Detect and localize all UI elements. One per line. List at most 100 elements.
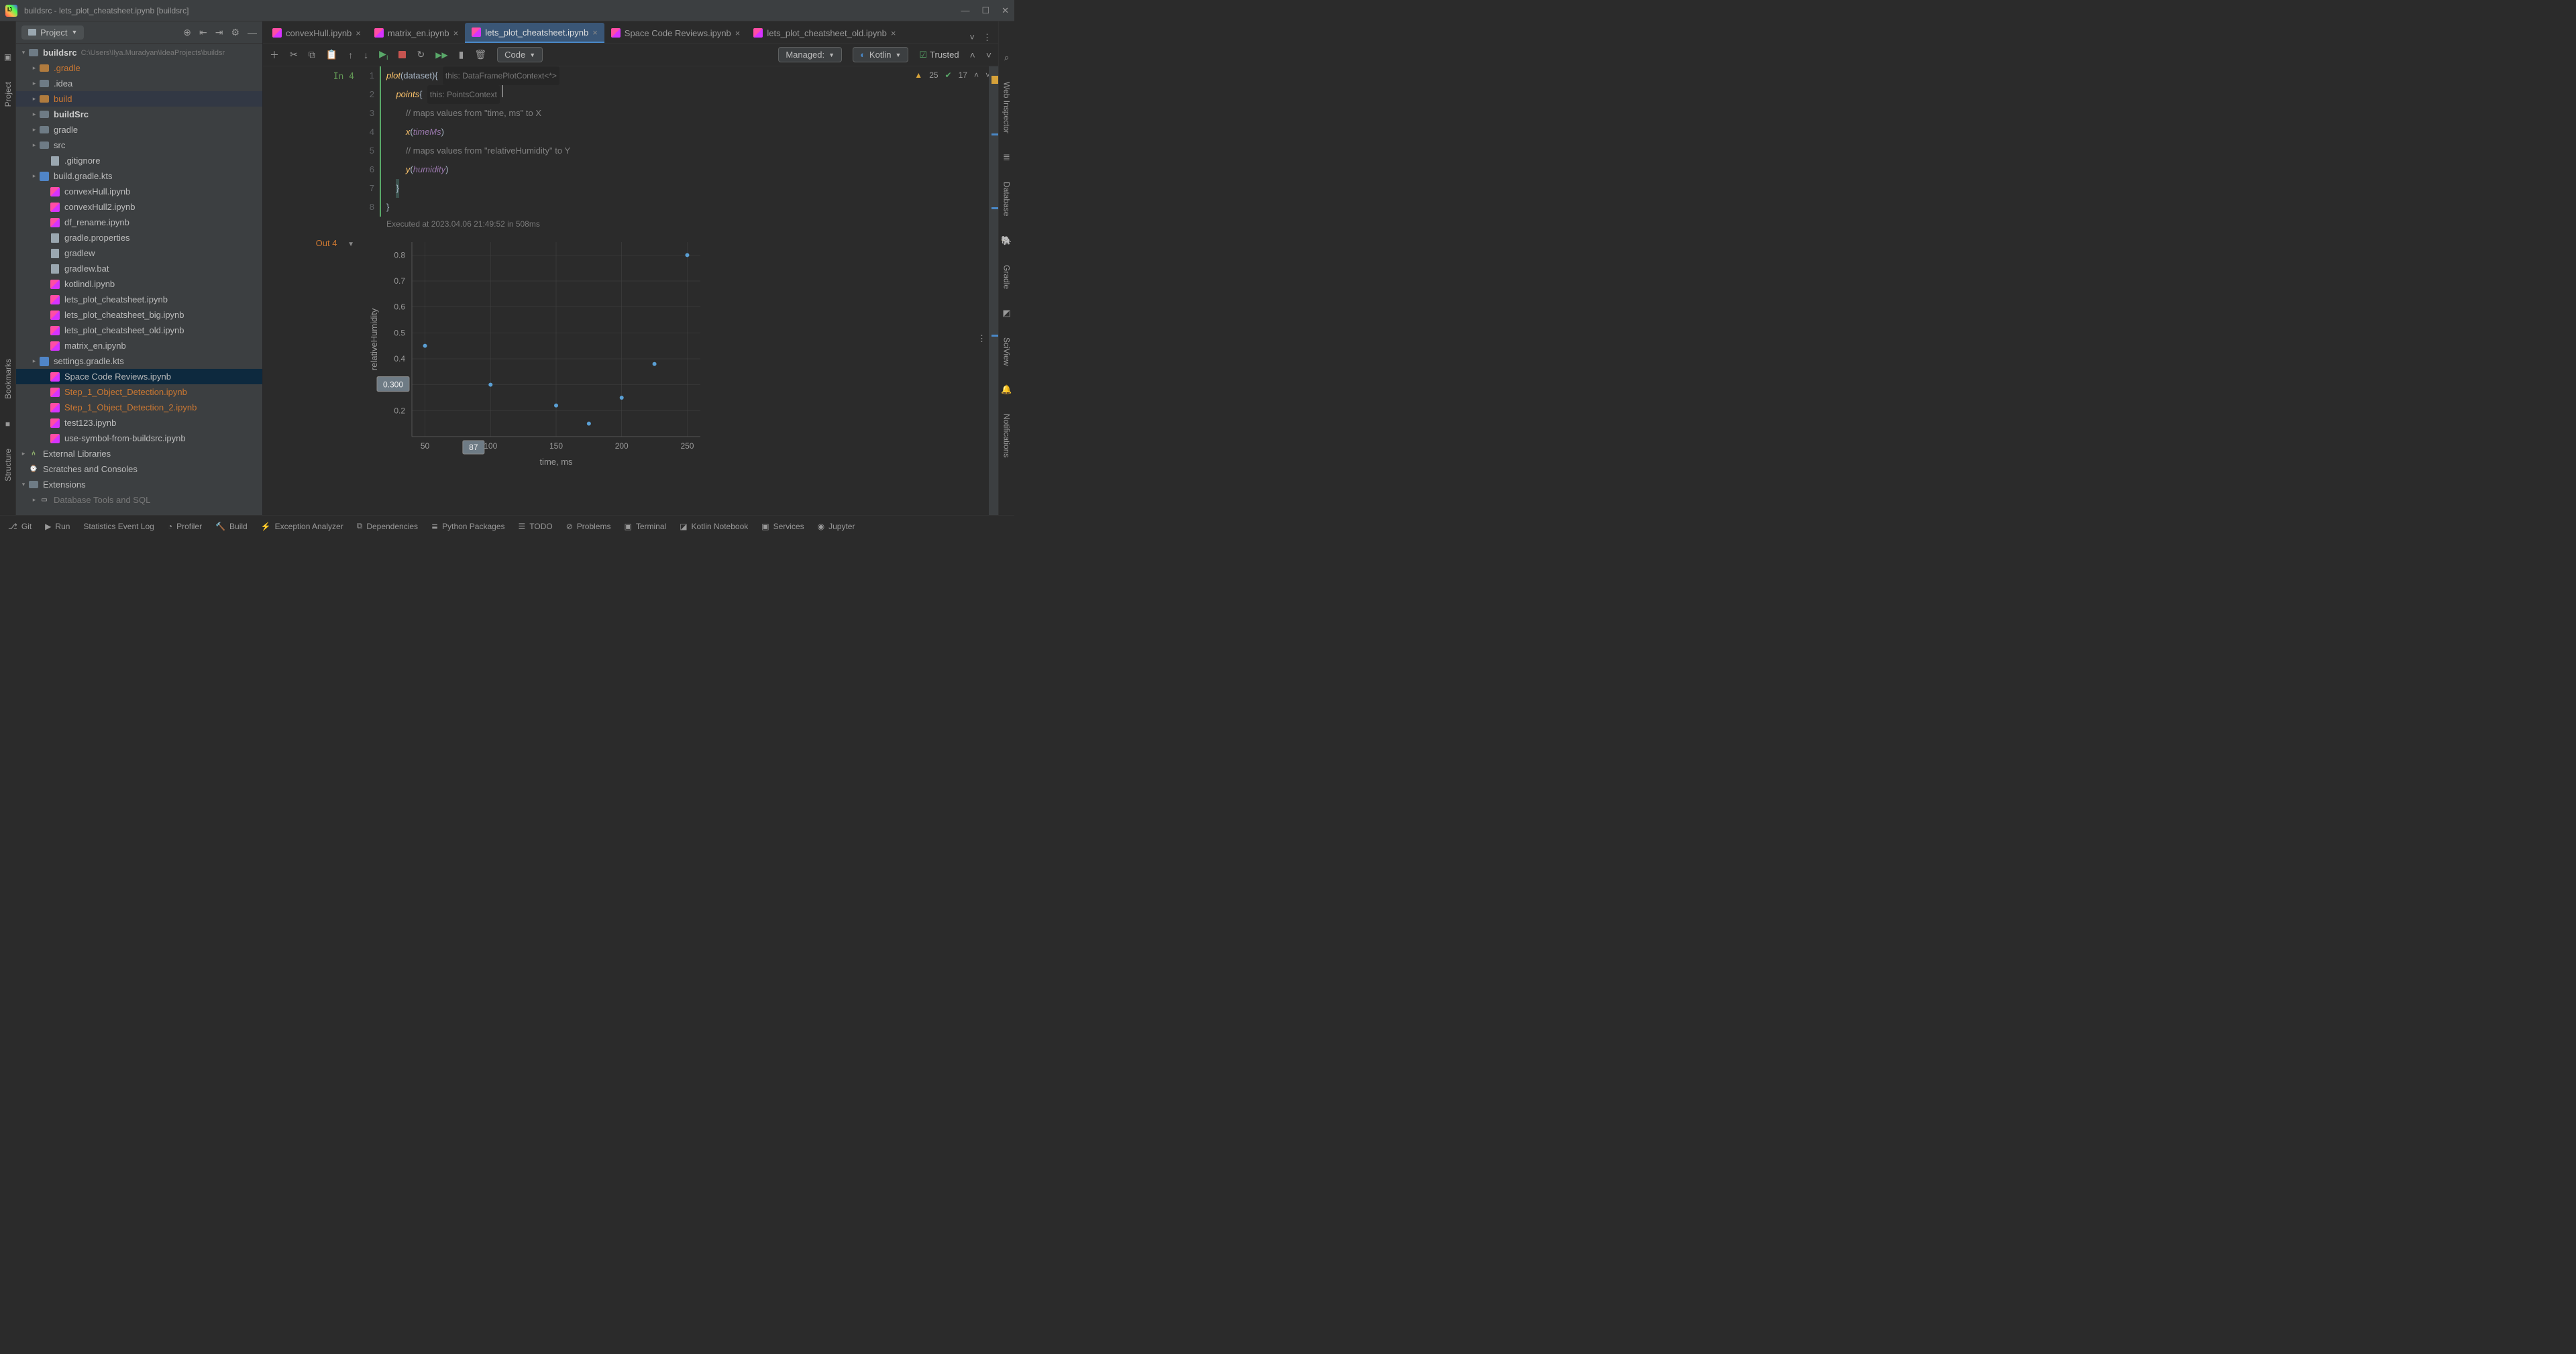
editor-tab[interactable]: Space Code Reviews.ipynb×	[604, 23, 747, 43]
gradle-tab[interactable]: Gradle	[1002, 265, 1012, 289]
gradle-icon[interactable]: 🐘	[1001, 235, 1012, 246]
kernel-select[interactable]: ◐Kotlin▼	[853, 47, 908, 62]
paste-icon[interactable]: 📋	[326, 49, 337, 60]
extensions[interactable]: Extensions	[16, 477, 262, 492]
sciview-icon[interactable]: ◩	[1002, 308, 1010, 319]
chevron-up-icon[interactable]: ˄	[970, 50, 975, 60]
editor-marker-bar[interactable]	[989, 66, 998, 515]
tree-item[interactable]: src	[16, 137, 262, 153]
tree-root[interactable]: buildsrc C:\Users\Ilya.Muradyan\IdeaProj…	[16, 45, 262, 60]
structure-tab[interactable]: Structure	[3, 449, 13, 482]
code-editor[interactable]: plot(dataset) { this: DataFramePlotConte…	[381, 66, 998, 217]
editor-tab[interactable]: convexHull.ipynb×	[266, 23, 368, 43]
folder-icon[interactable]: ▣	[4, 52, 11, 62]
tree-item[interactable]: gradlew.bat	[16, 261, 262, 276]
tree-item[interactable]: .idea	[16, 76, 262, 91]
expand-icon[interactable]: ⇥	[215, 27, 223, 38]
chevron-up-icon[interactable]: ˄	[974, 70, 979, 80]
status-item[interactable]: ◔Profiler	[168, 522, 202, 531]
tree-item[interactable]: Step_1_Object_Detection_2.ipynb	[16, 400, 262, 415]
cut-icon[interactable]: ✂	[290, 49, 298, 60]
bookmarks-tab[interactable]: Bookmarks	[3, 359, 13, 399]
inspections-panel[interactable]: ▲25 ✔17 ˄ ˅	[914, 70, 990, 80]
editor-tab[interactable]: lets_plot_cheatsheet.ipynb×	[465, 23, 604, 43]
project-tab[interactable]: Project	[3, 82, 13, 107]
status-item[interactable]: ⧉Dependencies	[357, 521, 418, 531]
cell-area[interactable]: ▲25 ✔17 ˄ ˅ In 4 12345678 plot(dataset) …	[263, 66, 998, 515]
status-item[interactable]: Statistics Event Log	[83, 522, 154, 531]
tree-item[interactable]: df_rename.ipynb	[16, 215, 262, 230]
web-inspector-tab[interactable]: Web Inspector	[1002, 82, 1012, 133]
status-item[interactable]: ◉Jupyter	[818, 522, 855, 531]
chevron-down-icon[interactable]: ˅	[986, 50, 991, 60]
tree-item[interactable]: gradle	[16, 122, 262, 137]
external-libraries[interactable]: ⑃External Libraries	[16, 446, 262, 461]
copy-icon[interactable]: ⧉	[309, 49, 315, 60]
close-tab-icon[interactable]: ×	[592, 27, 598, 38]
db-tools[interactable]: ▭Database Tools and SQL	[16, 492, 262, 508]
run-all-icon[interactable]: ▶▶	[435, 50, 447, 60]
trusted-toggle[interactable]: ☑Trusted	[919, 50, 959, 60]
move-up-icon[interactable]: ↑	[348, 50, 353, 60]
tree-item[interactable]: buildSrc	[16, 107, 262, 122]
database-tab[interactable]: Database	[1002, 182, 1012, 216]
status-item[interactable]: ▣Terminal	[624, 522, 666, 531]
close-tab-icon[interactable]: ×	[891, 28, 896, 38]
close-tab-icon[interactable]: ×	[735, 28, 741, 38]
cell-type-select[interactable]: Code▼	[497, 47, 543, 62]
input-cell[interactable]: In 4 12345678 plot(dataset) { this: Data…	[263, 66, 998, 217]
add-cell-icon[interactable]: ＋	[270, 48, 279, 62]
tree-item[interactable]: .gitignore	[16, 153, 262, 168]
tree-item[interactable]: convexHull2.ipynb	[16, 199, 262, 215]
close-icon[interactable]: ✕	[1002, 5, 1009, 16]
database-icon[interactable]: ≣	[1003, 152, 1010, 163]
run-cell-icon[interactable]: ▶I	[379, 48, 388, 61]
locate-icon[interactable]: ⊕	[183, 27, 191, 38]
tree-item[interactable]: use-symbol-from-buildsrc.ipynb	[16, 431, 262, 446]
tree-item[interactable]: lets_plot_cheatsheet_old.ipynb	[16, 323, 262, 338]
project-tree[interactable]: buildsrc C:\Users\Ilya.Muradyan\IdeaProj…	[16, 44, 262, 515]
gear-icon[interactable]: ⚙	[231, 27, 239, 38]
maximize-icon[interactable]: ☐	[981, 5, 989, 16]
tree-item[interactable]: kotlindl.ipynb	[16, 276, 262, 292]
tree-item[interactable]: build	[16, 91, 262, 107]
scratches[interactable]: ⌚Scratches and Consoles	[16, 461, 262, 477]
stop-icon[interactable]	[398, 51, 406, 58]
tree-item[interactable]: test123.ipynb	[16, 415, 262, 431]
tree-item[interactable]: lets_plot_cheatsheet_big.ipynb	[16, 307, 262, 323]
tree-item[interactable]: matrix_en.ipynb	[16, 338, 262, 353]
status-item[interactable]: ≣Python Packages	[431, 522, 504, 531]
bell-icon[interactable]: 🔔	[1001, 384, 1012, 395]
tree-item[interactable]: .gradle	[16, 60, 262, 76]
status-item[interactable]: ⎇Git	[8, 522, 32, 531]
scatter-chart[interactable]: 501001502002500.20.30.40.50.60.70.8time,…	[365, 235, 714, 470]
tree-item[interactable]: settings.gradle.kts	[16, 353, 262, 369]
status-item[interactable]: ▣Services	[761, 522, 804, 531]
notifications-tab[interactable]: Notifications	[1002, 414, 1012, 457]
chevron-down-icon[interactable]: ˅	[969, 32, 975, 43]
hide-icon[interactable]: —	[248, 27, 257, 38]
output-more-icon[interactable]: ⋮	[977, 333, 986, 344]
tree-item[interactable]: build.gradle.kts	[16, 168, 262, 184]
tree-item[interactable]: gradle.properties	[16, 230, 262, 245]
status-item[interactable]: ☰TODO	[519, 522, 553, 531]
status-item[interactable]: ▶Run	[45, 522, 70, 531]
tree-item[interactable]: gradlew	[16, 245, 262, 261]
collapse-icon[interactable]: ⇤	[199, 27, 207, 38]
status-item[interactable]: ⊘Problems	[566, 522, 611, 531]
out-prompt[interactable]: Out 4 ▼	[298, 235, 362, 470]
close-tab-icon[interactable]: ×	[453, 28, 459, 38]
tree-item[interactable]: convexHull.ipynb	[16, 184, 262, 199]
status-item[interactable]: 🔨Build	[215, 522, 248, 531]
restart-icon[interactable]: ↻	[417, 49, 425, 60]
more-icon[interactable]: ⋮	[983, 32, 991, 43]
status-item[interactable]: ⚡Exception Analyzer	[261, 522, 343, 531]
tree-item[interactable]: lets_plot_cheatsheet.ipynb	[16, 292, 262, 307]
delete-icon[interactable]: 🗑	[474, 49, 486, 60]
editor-tab[interactable]: lets_plot_cheatsheet_old.ipynb×	[747, 23, 902, 43]
sciview-tab[interactable]: SciView	[1002, 337, 1012, 365]
move-down-icon[interactable]: ↓	[364, 50, 368, 60]
managed-select[interactable]: Managed:▼	[778, 47, 842, 62]
minimize-icon[interactable]: —	[961, 5, 969, 16]
inspect-icon[interactable]: ⌕	[1004, 52, 1009, 63]
